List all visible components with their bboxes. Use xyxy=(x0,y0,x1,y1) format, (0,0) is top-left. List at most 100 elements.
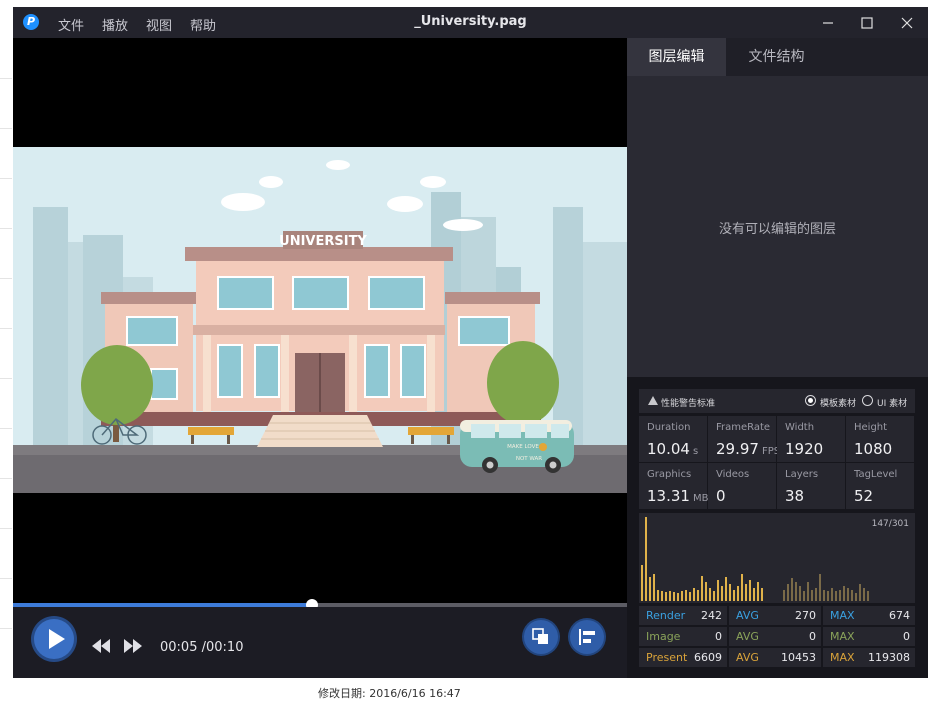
stat-label: Videos xyxy=(716,469,750,480)
side-tabs: 图层编辑 文件结构 xyxy=(627,38,928,76)
frame-bar xyxy=(791,578,793,601)
app-window: P 文件 播放 视图 帮助 _University.pag UNIVERSITY… xyxy=(13,7,928,678)
play-button[interactable] xyxy=(34,619,74,659)
metric-cell: Present 6609 xyxy=(639,648,727,667)
video-viewport[interactable]: UNIVERSITY MAKE LOVE NOT WAR xyxy=(13,38,627,603)
frame-bar xyxy=(669,591,671,601)
metric-label: MAX xyxy=(830,651,855,664)
background-divider xyxy=(0,628,12,629)
stat-label: TagLevel xyxy=(854,469,898,480)
stat-value: 1080 xyxy=(854,440,892,458)
align-left-icon xyxy=(579,629,595,645)
stat-label: Graphics xyxy=(647,469,692,480)
frame-bar xyxy=(685,590,687,601)
frame-bar xyxy=(831,588,833,601)
close-button[interactable] xyxy=(892,11,922,35)
stat-label: Width xyxy=(785,422,815,433)
stat-number: 13.31 xyxy=(647,487,690,505)
frame-bar xyxy=(673,592,675,601)
background-divider xyxy=(0,278,12,279)
background-divider xyxy=(0,528,12,529)
stat-label: Layers xyxy=(785,469,819,480)
warning-standard-label: 性能警告标准 xyxy=(661,399,716,409)
frame-bar xyxy=(753,588,755,601)
tab-file-structure[interactable]: 文件结构 xyxy=(727,38,826,76)
stat-graphics: Graphics 13.31 MB xyxy=(639,463,708,509)
background-divider xyxy=(0,328,12,329)
frame-bar xyxy=(689,592,691,601)
option-ui-label[interactable]: UI 素材 xyxy=(877,396,907,409)
stat-width: Width 1920 xyxy=(777,416,845,462)
frame-bar xyxy=(819,574,821,601)
background-toggle-button[interactable] xyxy=(524,620,558,654)
frame-bar xyxy=(851,590,853,601)
metric-cell: AVG 10453 xyxy=(729,648,821,667)
frame-bar xyxy=(641,565,643,601)
frame-bar xyxy=(713,591,715,601)
tab-layer-edit[interactable]: 图层编辑 xyxy=(627,38,726,76)
metric-value: 0 xyxy=(809,630,816,643)
frame-bar xyxy=(649,577,651,601)
background-divider xyxy=(0,128,12,129)
warning-icon xyxy=(648,396,658,405)
layers-overlap-icon xyxy=(532,628,548,644)
frame-bar xyxy=(697,590,699,601)
option-template-label[interactable]: 模板素材 xyxy=(820,396,856,409)
stat-number: 1920 xyxy=(785,440,824,458)
stat-value: 1920 xyxy=(785,440,823,458)
university-scene-image: UNIVERSITY MAKE LOVE NOT WAR xyxy=(13,147,627,493)
playback-time: 00:05 /00:10 xyxy=(160,640,243,655)
metric-label: Present xyxy=(646,651,688,664)
stat-label: Duration xyxy=(647,422,691,433)
minimize-button[interactable] xyxy=(813,11,843,35)
frame-bar xyxy=(803,591,805,601)
stat-label: FrameRate xyxy=(716,422,771,433)
frame-bar xyxy=(859,584,861,601)
metric-cell: MAX 119308 xyxy=(823,648,915,667)
frame-bar xyxy=(657,590,659,601)
stat-height: Height 1080 xyxy=(846,416,914,462)
frame-bar xyxy=(863,588,865,601)
maximize-button[interactable] xyxy=(852,11,882,35)
performance-panel: 性能警告标准 模板素材 UI 素材 Duration 10.04 s FrameRat… xyxy=(627,377,928,678)
scene-sign-text: UNIVERSITY xyxy=(279,234,367,249)
rewind-icon[interactable] xyxy=(92,639,110,653)
current-time: 00:05 xyxy=(160,640,198,655)
frame-bar xyxy=(741,574,743,601)
stat-framerate: FrameRate 29.97 FPS xyxy=(708,416,780,462)
background-divider xyxy=(0,178,12,179)
frame-bar xyxy=(839,590,841,601)
frame-bar xyxy=(701,576,703,601)
frame-bar xyxy=(661,591,663,601)
stat-number: 52 xyxy=(854,487,874,505)
radio-ui[interactable] xyxy=(862,395,873,406)
stat-value: 0 xyxy=(716,487,726,505)
stat-unit: s xyxy=(692,446,699,457)
radio-template[interactable] xyxy=(805,395,816,406)
frame-bar xyxy=(823,590,825,601)
metric-cell: MAX 0 xyxy=(823,627,915,646)
stat-value: 10.04 s xyxy=(647,440,698,458)
frame-bar xyxy=(725,577,727,601)
bus-text-2: NOT WAR xyxy=(516,456,542,462)
frame-bar xyxy=(783,590,785,601)
stat-number: 0 xyxy=(716,487,726,505)
metric-value: 10453 xyxy=(781,651,816,664)
frame-bar xyxy=(795,582,797,601)
stat-label: Height xyxy=(854,422,888,433)
frame-time-histogram: 147/301 xyxy=(639,513,915,603)
frame-bar xyxy=(737,586,739,601)
play-icon xyxy=(49,629,65,649)
stat-layers: Layers 38 xyxy=(777,463,845,509)
player-controls: 00:05 /00:10 xyxy=(13,607,627,678)
align-panel-button[interactable] xyxy=(570,620,604,654)
performance-header: 性能警告标准 模板素材 UI 素材 xyxy=(639,389,915,413)
metric-label: Render xyxy=(646,609,686,622)
metric-cell: Render 242 xyxy=(639,606,727,625)
metric-value: 6609 xyxy=(694,651,722,664)
fast-forward-icon[interactable] xyxy=(124,639,142,653)
metric-row-render: Render 242 AVG 270 MAX 674 xyxy=(639,606,915,625)
frame-bar xyxy=(811,590,813,601)
frame-bar xyxy=(757,582,759,601)
stat-value: 38 xyxy=(785,487,804,505)
